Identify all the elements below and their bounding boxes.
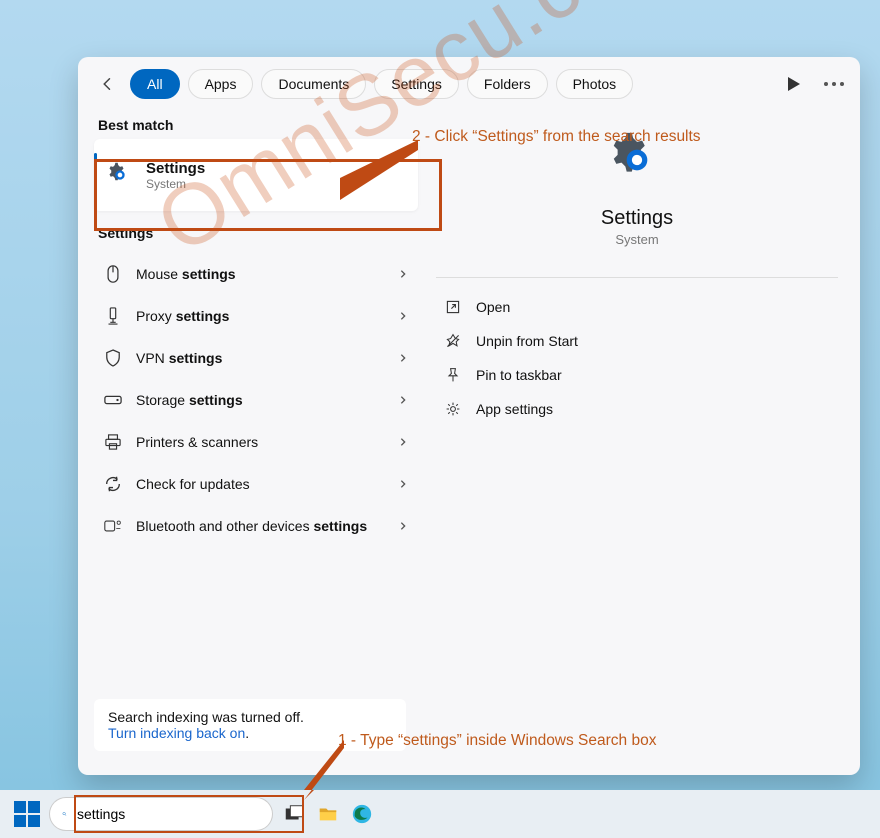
action-unpin[interactable]: Unpin from Start [436, 324, 838, 358]
unpin-icon [444, 333, 462, 349]
task-view-icon[interactable] [282, 802, 306, 826]
settings-result-mouse[interactable]: Mouse settings [94, 253, 418, 295]
result-label: Check for updates [136, 476, 384, 492]
chevron-right-icon [398, 395, 408, 405]
search-icon [62, 806, 67, 822]
filter-tab-settings[interactable]: Settings [374, 69, 459, 99]
best-match-heading: Best match [98, 117, 418, 133]
filter-tab-photos[interactable]: Photos [556, 69, 634, 99]
settings-result-printer[interactable]: Printers & scanners [94, 421, 418, 463]
back-button[interactable] [94, 70, 122, 98]
result-label: Bluetooth and other devices settings [136, 518, 384, 534]
best-match-title: Settings [146, 160, 205, 177]
mouse-icon [104, 265, 122, 283]
settings-gear-icon [106, 161, 134, 189]
annotation-step-1: 1 - Type “settings” inside Windows Searc… [338, 732, 656, 750]
play-icon[interactable] [782, 72, 806, 96]
pin-icon [444, 367, 462, 383]
settings-result-vpn[interactable]: VPN settings [94, 337, 418, 379]
settings-result-storage[interactable]: Storage settings [94, 379, 418, 421]
action-appsettings[interactable]: App settings [436, 392, 838, 426]
result-label: VPN settings [136, 350, 384, 366]
annotation-arrow-1 [304, 740, 344, 800]
annotation-step-2: 2 - Click “Settings” from the search res… [412, 128, 701, 146]
best-match-subtitle: System [146, 177, 205, 191]
result-label: Proxy settings [136, 308, 384, 324]
result-label: Mouse settings [136, 266, 384, 282]
proxy-icon [104, 307, 122, 325]
settings-result-bluetooth[interactable]: Bluetooth and other devices settings [94, 505, 418, 547]
action-pin[interactable]: Pin to taskbar [436, 358, 838, 392]
result-label: Printers & scanners [136, 434, 384, 450]
filter-tab-folders[interactable]: Folders [467, 69, 548, 99]
edge-icon[interactable] [350, 802, 374, 826]
search-header: All Apps Documents Settings Folders Phot… [78, 57, 860, 103]
settings-result-proxy[interactable]: Proxy settings [94, 295, 418, 337]
results-column: Best match Settings System Settings Mous… [78, 103, 418, 765]
more-options-button[interactable] [824, 82, 844, 86]
settings-result-update[interactable]: Check for updates [94, 463, 418, 505]
chevron-right-icon [398, 479, 408, 489]
chevron-right-icon [398, 437, 408, 447]
taskbar-search-input[interactable] [75, 805, 260, 823]
file-explorer-icon[interactable] [316, 802, 340, 826]
bluetooth-icon [104, 518, 122, 534]
annotation-arrow-2 [340, 140, 418, 200]
settings-section-heading: Settings [98, 225, 418, 241]
open-icon [444, 299, 462, 315]
chevron-right-icon [398, 353, 408, 363]
filter-tab-all[interactable]: All [130, 69, 180, 99]
update-icon [104, 475, 122, 493]
taskbar [0, 790, 880, 838]
appsettings-icon [444, 401, 462, 417]
turn-indexing-on-link[interactable]: Turn indexing back on [108, 725, 245, 741]
action-label: Unpin from Start [476, 333, 578, 349]
vpn-icon [104, 349, 122, 367]
chevron-right-icon [398, 269, 408, 279]
chevron-right-icon [398, 521, 408, 531]
preview-pane: Settings System Open Unpin from Start Pin … [418, 103, 860, 765]
tip-text: Search indexing was turned off. [108, 709, 392, 725]
start-button[interactable] [14, 801, 40, 827]
preview-subtitle: System [615, 232, 658, 247]
filter-tab-documents[interactable]: Documents [261, 69, 366, 99]
chevron-right-icon [398, 311, 408, 321]
action-open[interactable]: Open [436, 290, 838, 324]
preview-title: Settings [601, 207, 673, 230]
result-label: Storage settings [136, 392, 384, 408]
filter-tab-apps[interactable]: Apps [188, 69, 254, 99]
storage-icon [104, 394, 122, 406]
printer-icon [104, 434, 122, 450]
taskbar-search-box[interactable] [50, 798, 272, 830]
action-label: App settings [476, 401, 553, 417]
action-label: Open [476, 299, 510, 315]
search-panel: All Apps Documents Settings Folders Phot… [78, 57, 860, 775]
action-label: Pin to taskbar [476, 367, 562, 383]
divider [436, 277, 838, 278]
